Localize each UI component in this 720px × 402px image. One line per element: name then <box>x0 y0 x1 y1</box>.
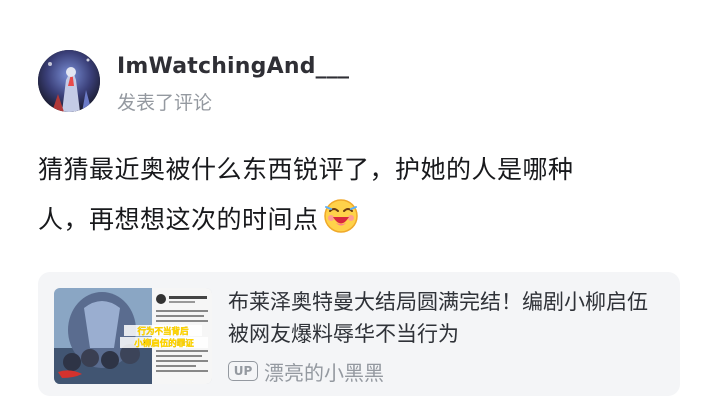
video-thumbnail[interactable]: 行为不当背后 小柳启伍的罪证 <box>54 288 212 384</box>
avatar-image <box>38 50 100 112</box>
up-badge-icon: UP <box>228 361 258 381</box>
laughing-face-emoji-icon <box>323 199 358 233</box>
video-title[interactable]: 布莱泽奥特曼大结局圆满完结！编剧小柳启伍被网友爆料辱华不当行为 <box>228 286 668 350</box>
user-avatar[interactable] <box>38 50 100 112</box>
thumbnail-caption-2: 小柳启伍的罪证 <box>133 338 194 349</box>
comment-body: 猜猜最近奥被什么东西锐评了，护她的人是哪种 人，再想想这次的时间点 <box>38 145 688 245</box>
thumbnail-caption-1: 行为不当背后 <box>136 326 189 337</box>
author-name[interactable]: 漂亮的小黑黑 <box>264 357 384 386</box>
thumbnail-image: 行为不当背后 小柳启伍的罪证 <box>54 288 212 384</box>
username[interactable]: ImWatchingAnd___ <box>117 54 349 79</box>
comment-text-line-2: 人，再想想这次的时间点 <box>38 195 688 245</box>
comment-header: ImWatchingAnd___ 发表了评论 <box>38 50 678 114</box>
linked-video-card[interactable]: 行为不当背后 小柳启伍的罪证 布莱泽奥特曼大结局圆满完结！编剧小柳启伍被网友爆料… <box>38 272 680 396</box>
comment-action-label: 发表了评论 <box>117 92 213 114</box>
video-author[interactable]: UP 漂亮的小黑黑 <box>228 357 384 386</box>
comment-text-line-1: 猜猜最近奥被什么东西锐评了，护她的人是哪种 <box>38 155 574 184</box>
comment-text-line-2-text: 人，再想想这次的时间点 <box>38 205 319 234</box>
